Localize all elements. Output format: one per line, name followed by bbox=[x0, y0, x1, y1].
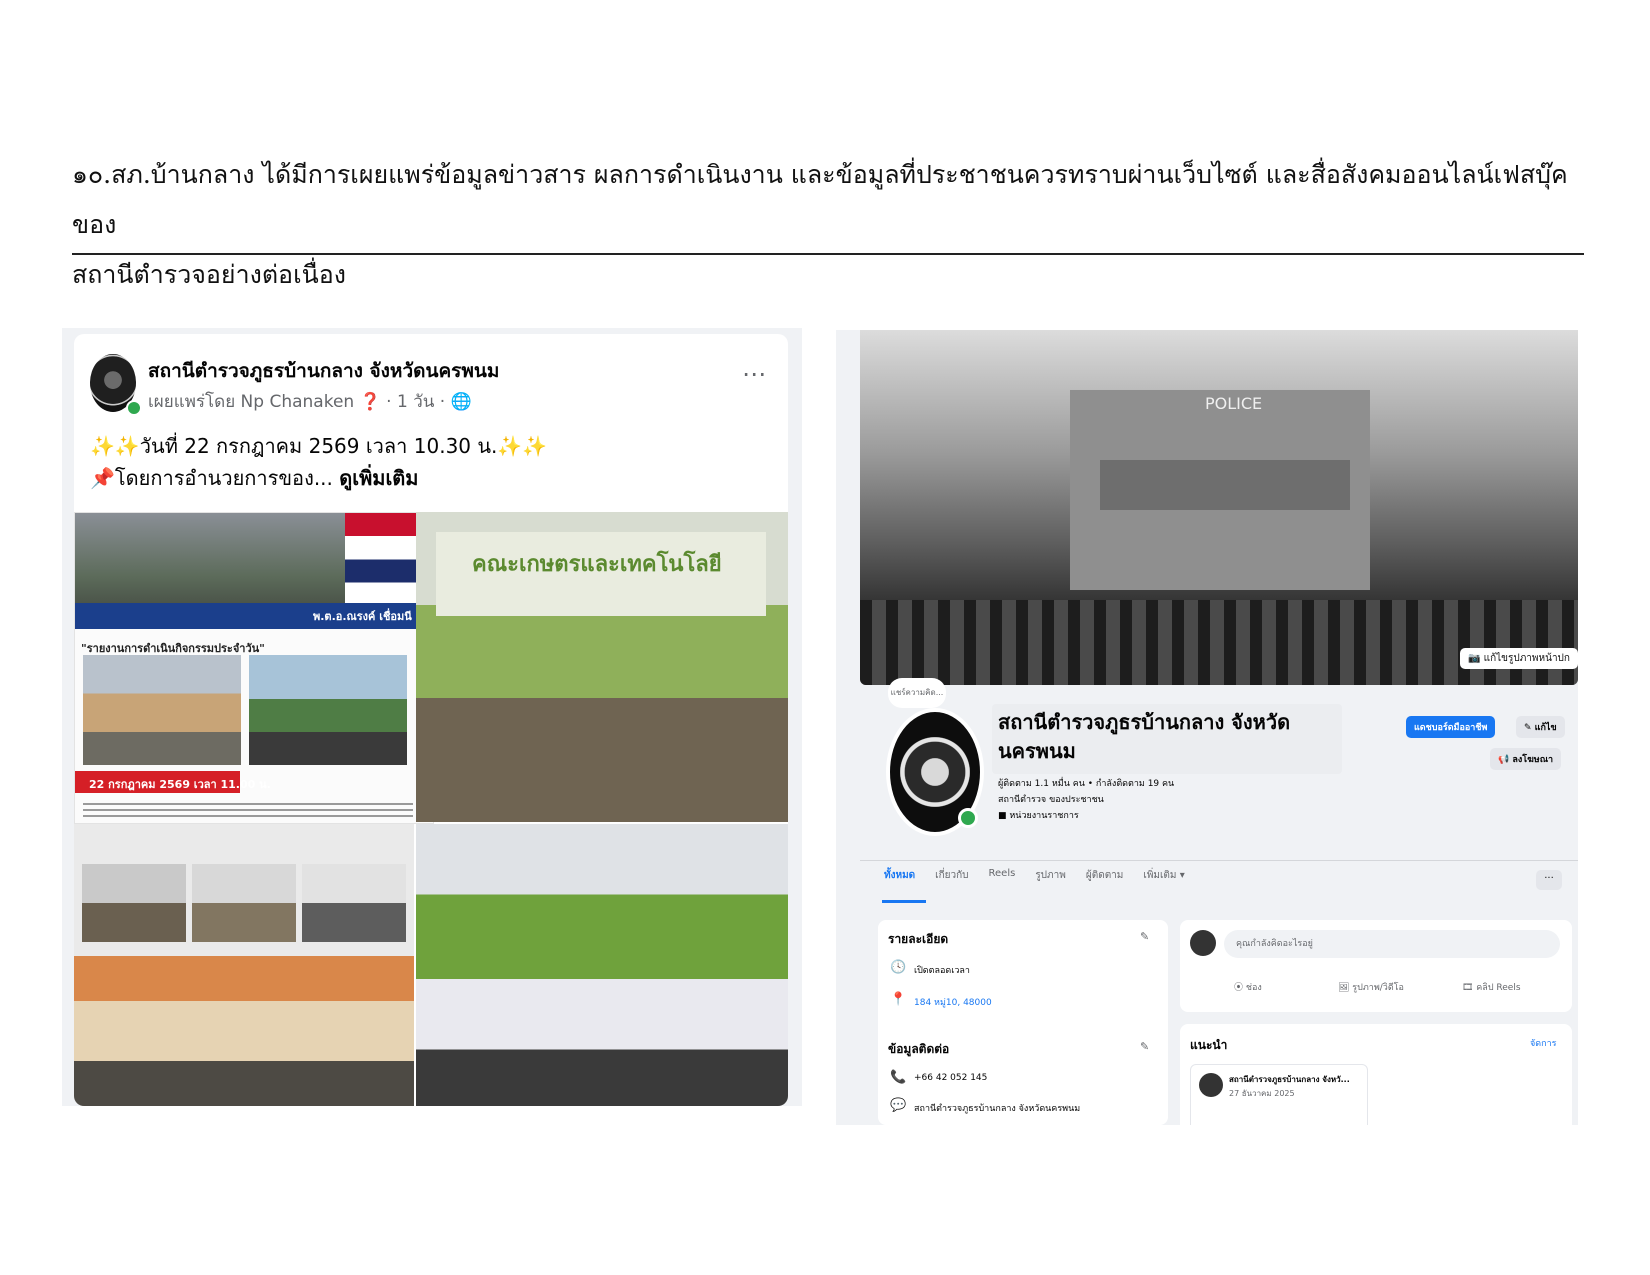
photo-group-officers[interactable]: คณะเกษตรและเทคโนโลยี bbox=[416, 512, 788, 822]
online-dot-icon bbox=[126, 400, 142, 416]
phone-icon: 📞 bbox=[890, 1070, 907, 1085]
active-tab-underline bbox=[882, 900, 926, 903]
poster-date-text: 22 กรกฎาคม 2569 เวลา 11.00 น. bbox=[89, 778, 271, 791]
tab-photos[interactable]: รูปภาพ bbox=[1035, 868, 1066, 883]
edit-page-button[interactable]: ✎ แก้ไข bbox=[1516, 716, 1565, 738]
location-pin-icon: 📍 bbox=[890, 992, 907, 1007]
composer-avatar bbox=[1190, 930, 1216, 956]
collage-photo-3 bbox=[302, 864, 406, 942]
edit-contact-icon[interactable]: ✎ bbox=[1140, 1040, 1149, 1053]
advertise-button[interactable]: 📢 ลงโฆษณา bbox=[1490, 748, 1562, 770]
phone-number: +66 42 052 145 bbox=[914, 1073, 988, 1083]
photo-group-students[interactable] bbox=[416, 824, 788, 1106]
collage-photo-2 bbox=[192, 864, 296, 942]
composer-input[interactable]: คุณกำลังคิดอะไรอยู่ bbox=[1224, 930, 1560, 958]
tab-reels[interactable]: Reels bbox=[989, 868, 1016, 883]
edit-cover-button[interactable]: 📷 แก้ไขรูปภาพหน้าปก bbox=[1460, 648, 1578, 669]
suggestion-item[interactable]: สถานีตำรวจภูธรบ้านกลาง จังหวั... 27 ธันว… bbox=[1190, 1064, 1368, 1125]
officers-lineup bbox=[860, 600, 1578, 685]
messenger-link[interactable]: สถานีตำรวจภูธรบ้านกลาง จังหวัดนครพนม bbox=[914, 1101, 1080, 1115]
poster-officer-name: พ.ต.อ.ณรงค์ เชื่อมนี bbox=[313, 610, 412, 623]
edit-details-icon[interactable]: ✎ bbox=[1140, 930, 1149, 943]
page-tabs: ทั้งหมด เกี่ยวกับ Reels รูปภาพ ผู้ติดตาม… bbox=[884, 868, 1185, 883]
post-photo-grid: พ.ต.อ.ณรงค์ เชื่อมนี "รายงานการดำเนินกิจ… bbox=[74, 512, 788, 1106]
messenger-icon: 💬 bbox=[890, 1098, 907, 1113]
suggestion-name: สถานีตำรวจภูธรบ้านกลาง จังหวั... bbox=[1229, 1075, 1350, 1084]
document-heading: ๑๐.สภ.บ้านกลาง ได้มีการเผยแพร่ข้อมูลข่าว… bbox=[72, 150, 1592, 300]
photo-collage[interactable] bbox=[74, 824, 414, 1106]
note-bubble[interactable]: แชร์ความคิด... bbox=[888, 678, 946, 708]
post-text-prefix: 📌โดยการอำนวยการของ... bbox=[90, 466, 333, 490]
tab-all[interactable]: ทั้งหมด bbox=[884, 868, 915, 883]
details-title: รายละเอียด bbox=[888, 932, 949, 946]
tab-about[interactable]: เกี่ยวกับ bbox=[935, 868, 968, 883]
more-options-icon[interactable]: ⋯ bbox=[742, 360, 767, 388]
manage-link[interactable]: จัดการ bbox=[1530, 1036, 1556, 1050]
cover-police-text: POLICE bbox=[1205, 394, 1263, 413]
heading-line-2: สถานีตำรวจอย่างต่อเนื่อง bbox=[72, 260, 346, 289]
clock-icon: 🕓 bbox=[890, 960, 907, 975]
post-text-line-1: ✨✨วันที่ 22 กรกฎาคม 2569 เวลา 10.30 น.✨✨ bbox=[90, 434, 548, 458]
online-dot-icon bbox=[958, 808, 978, 828]
photo-report-poster[interactable]: พ.ต.อ.ณรงค์ เชื่อมนี "รายงานการดำเนินกิจ… bbox=[74, 512, 434, 824]
followers-count[interactable]: ผู้ติดตาม 1.1 หมื่น คน • กำลังติดตาม 19 … bbox=[998, 776, 1174, 790]
live-button[interactable]: ⦿ ช่อง bbox=[1234, 980, 1262, 994]
page-category: สถานีตำรวจ ของประชาชน bbox=[998, 795, 1104, 805]
heading-divider bbox=[72, 253, 1584, 255]
faculty-building-photo bbox=[74, 956, 414, 1106]
cover-photo: POLICE 📷 แก้ไขรูปภาพหน้าปก bbox=[860, 330, 1578, 685]
post-page-name[interactable]: สถานีตำรวจภูธรบ้านกลาง จังหวัดนครพนม bbox=[148, 356, 499, 386]
opening-hours: เปิดตลอดเวลา bbox=[914, 966, 970, 976]
professional-dashboard-button[interactable]: แดชบอร์ดมืออาชีพ bbox=[1406, 716, 1496, 738]
details-card: รายละเอียด ✎ 🕓 เปิดตลอดเวลา 📍 184 หมู่10… bbox=[878, 920, 1168, 1125]
post-text-line-2: 📌โดยการอำนวยการของ... ดูเพิ่มเติม bbox=[90, 462, 418, 494]
tab-options-button[interactable]: ··· bbox=[1536, 870, 1562, 890]
suggestions-title: แนะนำ bbox=[1190, 1038, 1228, 1052]
see-more-link[interactable]: ดูเพิ่มเติม bbox=[339, 466, 418, 490]
collage-photo-1 bbox=[82, 864, 186, 942]
poster-photo-2 bbox=[249, 655, 407, 765]
suggestions-card: แนะนำ จัดการ สถานีตำรวจภูธรบ้านกลาง จังห… bbox=[1180, 1024, 1572, 1125]
tab-followers[interactable]: ผู้ติดตาม bbox=[1086, 868, 1124, 883]
reels-button[interactable]: 🎞 คลิป Reels bbox=[1462, 980, 1521, 994]
suggestion-date: 27 ธันวาคม 2025 bbox=[1229, 1089, 1295, 1098]
composer-card: คุณกำลังคิดอะไรอยู่ ⦿ ช่อง 🖼 รูปภาพ/วิดี… bbox=[1180, 920, 1572, 1012]
facebook-page-screenshot: POLICE 📷 แก้ไขรูปภาพหน้าปก แชร์ความคิด..… bbox=[836, 330, 1578, 1125]
faculty-sign-text: คณะเกษตรและเทคโนโลยี bbox=[472, 552, 722, 577]
post-card: สถานีตำรวจภูธรบ้านกลาง จังหวัดนครพนม เผย… bbox=[74, 334, 788, 1106]
station-sign bbox=[1100, 460, 1350, 510]
photo-video-button[interactable]: 🖼 รูปภาพ/วิดีโอ bbox=[1338, 980, 1404, 994]
page-name: สถานีตำรวจภูธรบ้านกลาง จังหวัด นครพนม bbox=[998, 710, 1291, 763]
page-divider bbox=[860, 860, 1578, 861]
government-badge: ■ หน่วยงานราชการ bbox=[998, 811, 1079, 821]
suggestion-avatar bbox=[1199, 1073, 1223, 1097]
post-meta: เผยแพร่โดย Np Chanaken ❓ · 1 วัน · 🌐 bbox=[148, 392, 472, 412]
address-link[interactable]: 184 หมู่10, 48000 bbox=[914, 995, 992, 1009]
poster-photo-1 bbox=[83, 655, 241, 765]
contact-title: ข้อมูลติดต่อ bbox=[888, 1042, 950, 1056]
facebook-post-screenshot: สถานีตำรวจภูธรบ้านกลาง จังหวัดนครพนม เผย… bbox=[62, 328, 802, 1106]
heading-line-1: ๑๐.สภ.บ้านกลาง ได้มีการเผยแพร่ข้อมูลข่าว… bbox=[72, 160, 1568, 239]
tab-more[interactable]: เพิ่มเติม ▾ bbox=[1143, 868, 1184, 883]
poster-body-text bbox=[83, 803, 413, 819]
